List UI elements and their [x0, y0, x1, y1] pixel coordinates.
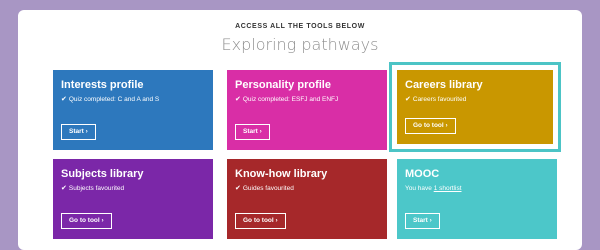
card-title: Careers library [405, 79, 483, 91]
card-status: ✔ Quiz completed: ESFJ and ENFJ [235, 96, 339, 103]
card-title: Personality profile [235, 79, 331, 91]
chevron-right-icon: › [85, 128, 88, 135]
card-personality-profile[interactable]: Personality profile ✔ Quiz completed: ESF… [227, 70, 387, 150]
card-status: ✔ Quiz completed: C and A and S [61, 96, 160, 103]
shortlist-link[interactable]: 1 shortlist [434, 185, 462, 192]
card-subjects-library[interactable]: Subjects library ✔ Subjects favourited Go… [53, 159, 213, 239]
card-status: ✔ Careers favourited [405, 96, 467, 103]
chevron-right-icon: › [259, 128, 262, 135]
go-to-tool-button[interactable]: Go to tool › [235, 213, 286, 229]
card-status: ✔ Guides favourited [235, 185, 294, 192]
chevron-right-icon: › [101, 217, 104, 224]
go-to-tool-button[interactable]: Go to tool › [405, 118, 456, 134]
card-title: Know-how library [235, 168, 328, 180]
checkmark-icon: ✔ [405, 96, 411, 103]
go-to-tool-button[interactable]: Go to tool › [61, 213, 112, 229]
checkmark-icon: ✔ [61, 185, 67, 192]
card-title: Subjects library [61, 168, 144, 180]
checkmark-icon: ✔ [61, 96, 67, 103]
chevron-right-icon: › [429, 217, 432, 224]
start-button[interactable]: Start › [61, 124, 96, 140]
card-careers-library[interactable]: Careers library ✔ Careers favourited Go t… [397, 70, 553, 144]
page-title: Exploring pathways [221, 35, 379, 54]
checkmark-icon: ✔ [235, 96, 241, 103]
start-button[interactable]: Start › [405, 213, 440, 229]
section-eyebrow: ACCESS ALL THE TOOLS BELOW [235, 23, 365, 30]
chevron-right-icon: › [275, 217, 278, 224]
card-interests-profile[interactable]: Interests profile ✔ Quiz completed: C and… [53, 70, 213, 150]
card-title: MOOC [405, 168, 440, 180]
card-status: ✔ Subjects favourited [61, 185, 125, 192]
checkmark-icon: ✔ [235, 185, 241, 192]
card-know-how-library[interactable]: Know-how library ✔ Guides favourited Go t… [227, 159, 387, 239]
chevron-right-icon: › [445, 122, 448, 129]
card-title: Interests profile [61, 79, 144, 91]
card-status: You have 1 shortlist [405, 185, 462, 192]
start-button[interactable]: Start › [235, 124, 270, 140]
card-mooc[interactable]: MOOC You have 1 shortlist Start › [397, 159, 557, 239]
